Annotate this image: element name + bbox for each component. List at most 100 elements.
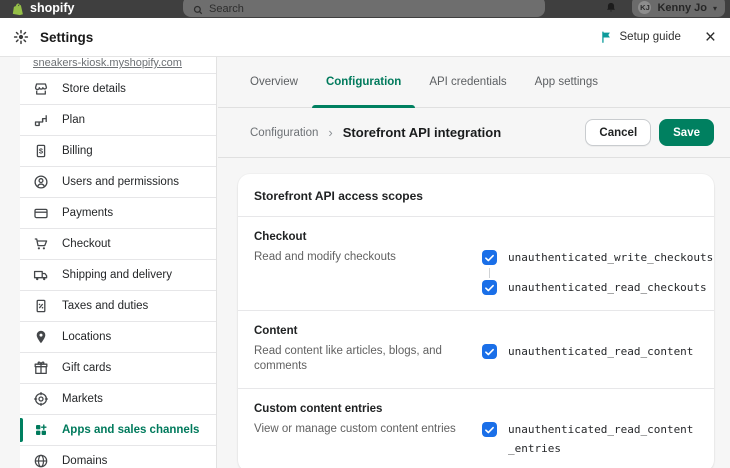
- global-search-input[interactable]: Search: [183, 0, 545, 17]
- section-title: Checkout: [254, 231, 307, 243]
- tab-bar: Overview Configuration API credentials A…: [218, 57, 730, 108]
- sidebar-item-locations[interactable]: Locations: [20, 322, 216, 353]
- sidebar-item-label: Markets: [62, 393, 103, 405]
- settings-gear-icon: [13, 29, 29, 45]
- sidebar-item-label: Billing: [62, 145, 93, 157]
- scope-label: unauthenticated_read_checkouts: [508, 281, 707, 294]
- sidebar-item-store-details[interactable]: Store details: [20, 74, 216, 105]
- sidebar-item-label: Domains: [62, 455, 108, 467]
- scope-label: unauthenticated_read_content: [508, 345, 694, 358]
- shopify-bag-icon: [12, 3, 23, 16]
- section-title: Content: [254, 325, 298, 337]
- user-name: Kenny Jo: [657, 2, 707, 14]
- scope-item: unauthenticated_read_content_entries: [482, 422, 698, 458]
- cancel-button[interactable]: Cancel: [585, 119, 652, 146]
- breadcrumb-parent[interactable]: Configuration: [250, 127, 318, 139]
- access-scopes-card: Storefront API access scopes Checkout Re…: [238, 174, 714, 468]
- sidebar-item-label: Payments: [62, 207, 114, 219]
- shipping-icon: [33, 267, 49, 283]
- store-url-link[interactable]: sneakers-kiosk.myshopify.com: [33, 57, 182, 69]
- sidebar-item-label: Shipping and delivery: [62, 269, 172, 281]
- main-content: Overview Configuration API credentials A…: [218, 57, 730, 468]
- sidebar-item-plan[interactable]: Plan: [20, 105, 216, 136]
- user-menu[interactable]: KJ Kenny Jo ▾: [632, 0, 725, 17]
- sidebar-item-taxes-and-duties[interactable]: Taxes and duties: [20, 291, 216, 322]
- shopify-logo[interactable]: shopify: [12, 0, 74, 16]
- section-description: Read content like articles, blogs, and c…: [254, 345, 442, 372]
- scope-connector-line: [489, 268, 490, 278]
- sidebar-item-label: Users and permissions: [62, 176, 179, 188]
- save-button[interactable]: Save: [659, 119, 714, 146]
- sidebar-item-markets[interactable]: Markets: [20, 384, 216, 415]
- page-title: Storefront API integration: [342, 125, 502, 140]
- scope-section-content: Content Read content like articles, blog…: [238, 310, 714, 388]
- admin-topbar: shopify Search KJ Kenny Jo ▾: [0, 0, 730, 18]
- sidebar-item-domains[interactable]: Domains: [20, 446, 216, 468]
- shopify-wordmark: shopify: [30, 1, 75, 15]
- flag-icon: [601, 31, 610, 43]
- close-icon[interactable]: ×: [705, 28, 716, 47]
- scope-checkbox[interactable]: [482, 280, 497, 295]
- section-description: Read and modify checkouts: [254, 251, 396, 263]
- sidebar-item-label: Taxes and duties: [62, 300, 149, 312]
- sidebar-item-apps-and-sales-channels[interactable]: Apps and sales channels: [20, 415, 216, 446]
- scope-section-custom-content-entries: Custom content entries View or manage cu…: [238, 388, 714, 468]
- sidebar-item-label: Locations: [62, 331, 112, 343]
- sidebar-item-label: Gift cards: [62, 362, 112, 374]
- section-description: View or manage custom content entries: [254, 423, 456, 435]
- sidebar-item-gift-cards[interactable]: Gift cards: [20, 353, 216, 384]
- setup-guide-button[interactable]: Setup guide: [600, 30, 681, 44]
- sidebar-item-checkout[interactable]: Checkout: [20, 229, 216, 260]
- sidebar-item-label: Store details: [62, 83, 126, 95]
- chevron-down-icon: ▾: [712, 4, 717, 13]
- settings-title: Settings: [40, 29, 94, 45]
- scope-list: unauthenticated_write_checkouts unauthen…: [482, 250, 713, 296]
- store-icon: [33, 81, 49, 97]
- card-title: Storefront API access scopes: [254, 189, 423, 203]
- scope-item: unauthenticated_write_checkouts: [482, 250, 713, 266]
- sidebar-item-payments[interactable]: Payments: [20, 198, 216, 229]
- scope-label: unauthenticated_write_checkouts: [508, 251, 714, 264]
- scope-list: unauthenticated_read_content: [482, 344, 698, 360]
- settings-sidebar: sneakers-kiosk.myshopify.com Store detai…: [20, 57, 217, 468]
- search-placeholder: Search: [209, 3, 244, 15]
- settings-header: Settings Setup guide ×: [0, 18, 730, 57]
- store-url-row: sneakers-kiosk.myshopify.com: [20, 57, 216, 74]
- tab-overview[interactable]: Overview: [236, 57, 312, 107]
- scope-checkbox[interactable]: [482, 422, 497, 437]
- sidebar-item-label: Apps and sales channels: [62, 424, 200, 436]
- page-action-bar: Configuration › Storefront API integrati…: [218, 108, 730, 158]
- sidebar-item-label: Checkout: [62, 238, 111, 250]
- locations-icon: [33, 329, 49, 345]
- scope-label: unauthenticated_read_content_entries: [508, 423, 694, 455]
- scope-item: unauthenticated_read_checkouts: [482, 280, 707, 296]
- billing-icon: $: [33, 143, 49, 159]
- sidebar-item-users-and-permissions[interactable]: Users and permissions: [20, 167, 216, 198]
- svg-text:$: $: [39, 147, 44, 156]
- sidebar-item-label: Plan: [62, 114, 86, 126]
- taxes-icon: [33, 298, 49, 314]
- section-title: Custom content entries: [254, 403, 383, 415]
- plan-icon: [33, 112, 49, 128]
- payments-icon: [33, 205, 49, 221]
- sidebar-item-billing[interactable]: $ Billing: [20, 136, 216, 167]
- scope-section-checkout: Checkout Read and modify checkouts unaut…: [238, 216, 714, 310]
- tab-configuration[interactable]: Configuration: [311, 57, 416, 108]
- setup-guide-label: Setup guide: [619, 31, 681, 43]
- sidebar-item-shipping-and-delivery[interactable]: Shipping and delivery: [20, 260, 216, 291]
- domains-icon: [33, 453, 49, 468]
- gift-cards-icon: [33, 360, 49, 376]
- search-icon: [193, 5, 203, 15]
- checkout-icon: [33, 236, 49, 252]
- scope-checkbox[interactable]: [482, 344, 497, 359]
- markets-icon: [33, 391, 49, 407]
- scope-list: unauthenticated_read_content_entries: [482, 422, 698, 458]
- apps-icon: [33, 422, 49, 438]
- notifications-bell-icon[interactable]: [605, 1, 617, 17]
- scope-checkbox[interactable]: [482, 250, 497, 265]
- scope-item: unauthenticated_read_content: [482, 344, 698, 360]
- tab-api-credentials[interactable]: API credentials: [415, 57, 520, 107]
- breadcrumb-chevron-icon: ›: [328, 125, 333, 140]
- shopify-settings-window: shopify Search KJ Kenny Jo ▾ Settings Se…: [0, 0, 730, 468]
- tab-app-settings[interactable]: App settings: [521, 57, 612, 107]
